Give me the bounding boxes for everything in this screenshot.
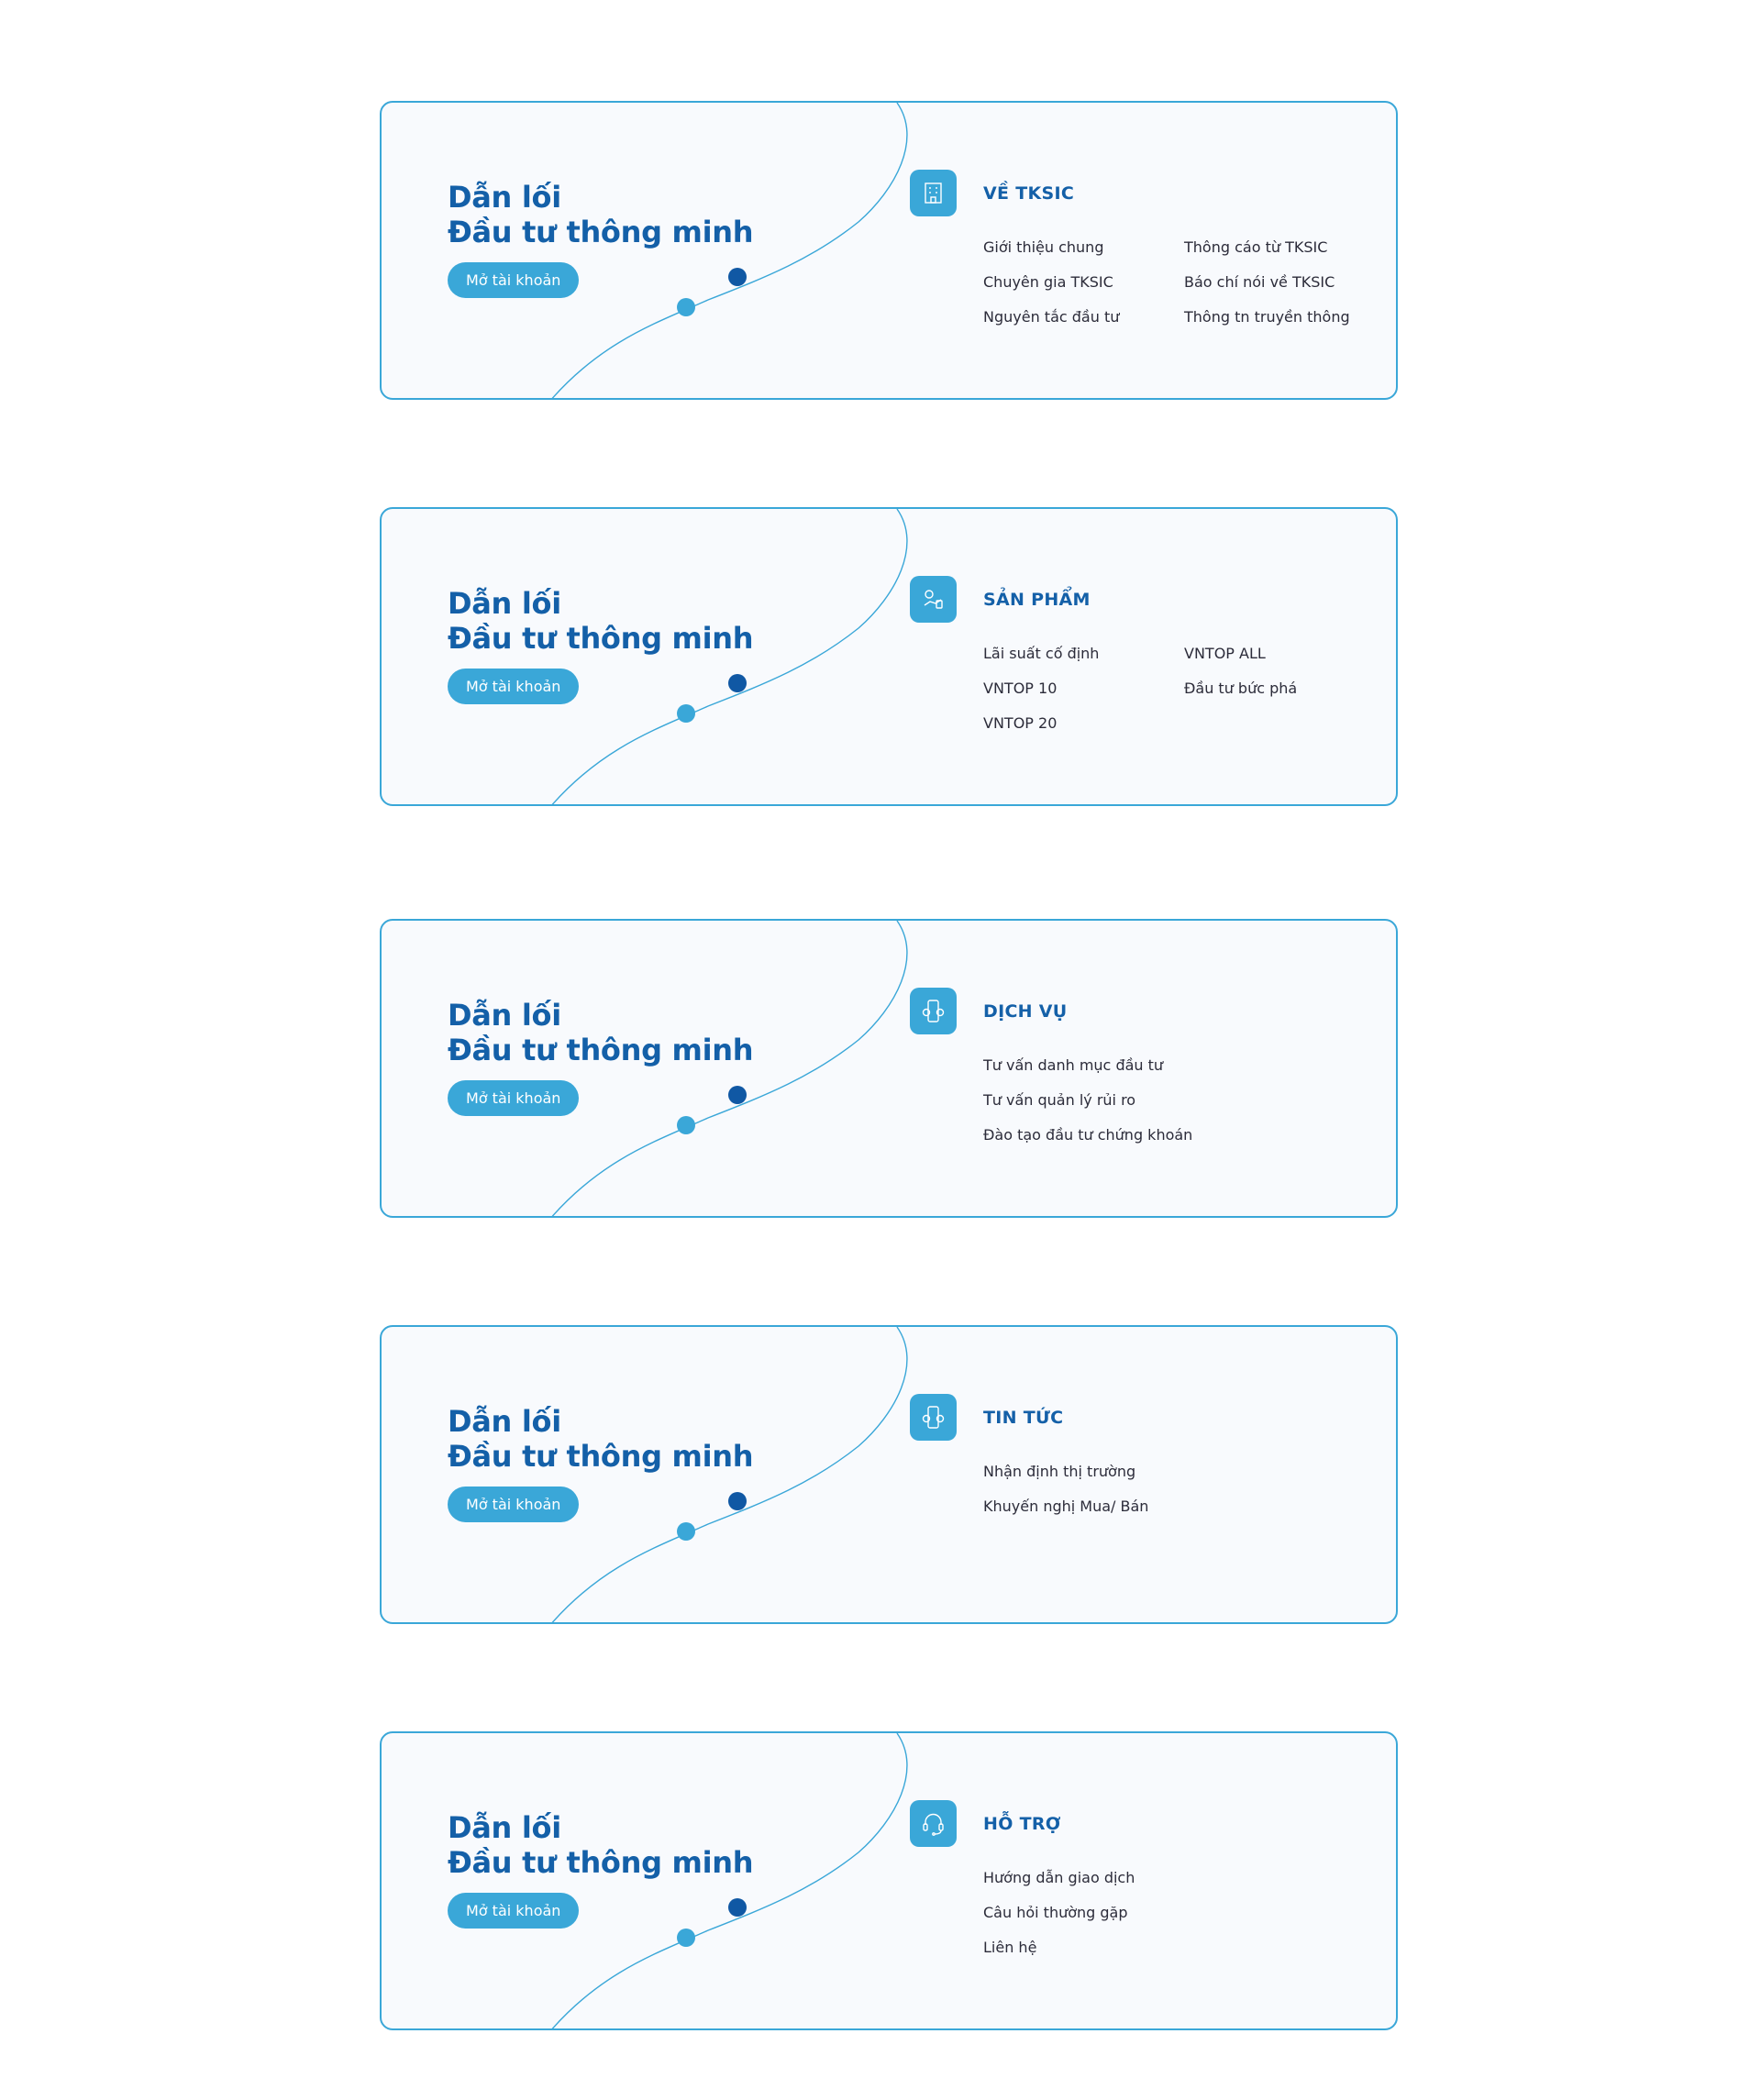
menu-title: DỊCH VỤ — [983, 1001, 1068, 1022]
headset-icon — [910, 1800, 957, 1847]
menu-card-news: Dẫn lối Đầu tư thông minh Mở tài khoản T… — [380, 1325, 1398, 1624]
hero-title-line1: Dẫn lối — [448, 586, 561, 621]
curve-dot-light — [677, 704, 695, 723]
hero-title-line1: Dẫn lối — [448, 1404, 561, 1439]
phone-exchange-icon — [910, 1394, 957, 1441]
menu-link[interactable]: Đào tạo đầu tư chứng khoán — [983, 1126, 1192, 1144]
phone-exchange-icon — [910, 988, 957, 1034]
menu-card-products: Dẫn lối Đầu tư thông minh Mở tài khoản S… — [380, 507, 1398, 806]
menu-link[interactable]: Giới thiệu chung — [983, 238, 1103, 256]
menu-link[interactable]: Thông tn truyền thông — [1184, 308, 1350, 326]
menu-link[interactable]: Đầu tư bức phá — [1184, 680, 1297, 697]
hero-block: Dẫn lối Đầu tư thông minh Mở tài khoản — [448, 998, 754, 1116]
menu-card-about: Dẫn lối Đầu tư thông minh Mở tài khoản V… — [380, 101, 1398, 400]
hero-title-line2: Đầu tư thông minh — [448, 1033, 754, 1067]
menu-link[interactable]: VNTOP ALL — [1184, 645, 1266, 662]
hero-block: Dẫn lối Đầu tư thông minh Mở tài khoản — [448, 180, 754, 298]
menu-card-support: Dẫn lối Đầu tư thông minh Mở tài khoản H… — [380, 1731, 1398, 2030]
menu-link[interactable]: Nhận định thị trường — [983, 1463, 1135, 1480]
menu-link[interactable]: Liên hệ — [983, 1939, 1036, 1956]
hero-title-line2: Đầu tư thông minh — [448, 1439, 754, 1474]
menu-title: TIN TỨC — [983, 1408, 1064, 1428]
menu-link[interactable]: Tư vấn quản lý rủi ro — [983, 1091, 1135, 1109]
menu-link[interactable]: Nguyên tắc đầu tư — [983, 308, 1119, 326]
curve-dot-light — [677, 298, 695, 316]
building-icon — [910, 170, 957, 216]
menu-link[interactable]: Lãi suất cố định — [983, 645, 1099, 662]
menu-link[interactable]: Báo chí nói về TKSIC — [1184, 273, 1335, 291]
curve-dot-light — [677, 1522, 695, 1541]
menu-link[interactable]: Hướng dẫn giao dịch — [983, 1869, 1135, 1886]
menu-title: SẢN PHẨM — [983, 590, 1091, 610]
hero-title-line2: Đầu tư thông minh — [448, 1845, 754, 1880]
menu-link[interactable]: Thông cáo từ TKSIC — [1184, 238, 1327, 256]
open-account-button[interactable]: Mở tài khoản — [448, 1893, 580, 1929]
open-account-button[interactable]: Mở tài khoản — [448, 1080, 580, 1116]
hero-title-line1: Dẫn lối — [448, 998, 561, 1033]
menu-link[interactable]: VNTOP 10 — [983, 680, 1057, 697]
menu-link[interactable]: Tư vấn danh mục đầu tư — [983, 1056, 1163, 1074]
curve-dot-light — [677, 1116, 695, 1134]
hero-block: Dẫn lối Đầu tư thông minh Mở tài khoản — [448, 1404, 754, 1522]
hero-block: Dẫn lối Đầu tư thông minh Mở tài khoản — [448, 1810, 754, 1929]
hero-title-line2: Đầu tư thông minh — [448, 215, 754, 249]
menu-title: VỀ TKSIC — [983, 183, 1075, 204]
open-account-button[interactable]: Mở tài khoản — [448, 262, 580, 298]
hero-title-line1: Dẫn lối — [448, 180, 561, 215]
curve-dot-light — [677, 1929, 695, 1947]
menu-link[interactable]: VNTOP 20 — [983, 714, 1057, 732]
menu-card-services: Dẫn lối Đầu tư thông minh Mở tài khoản D… — [380, 919, 1398, 1218]
menu-title: HỖ TRỢ — [983, 1814, 1061, 1834]
menu-link[interactable]: Khuyến nghị Mua/ Bán — [983, 1498, 1148, 1515]
menu-link[interactable]: Câu hỏi thường gặp — [983, 1904, 1128, 1921]
hero-title-line1: Dẫn lối — [448, 1810, 561, 1845]
open-account-button[interactable]: Mở tài khoản — [448, 669, 580, 704]
open-account-button[interactable]: Mở tài khoản — [448, 1487, 580, 1522]
menu-link[interactable]: Chuyên gia TKSIC — [983, 273, 1113, 291]
hero-block: Dẫn lối Đầu tư thông minh Mở tài khoản — [448, 586, 754, 704]
hero-title-line2: Đầu tư thông minh — [448, 621, 754, 656]
hand-coin-icon — [910, 576, 957, 623]
